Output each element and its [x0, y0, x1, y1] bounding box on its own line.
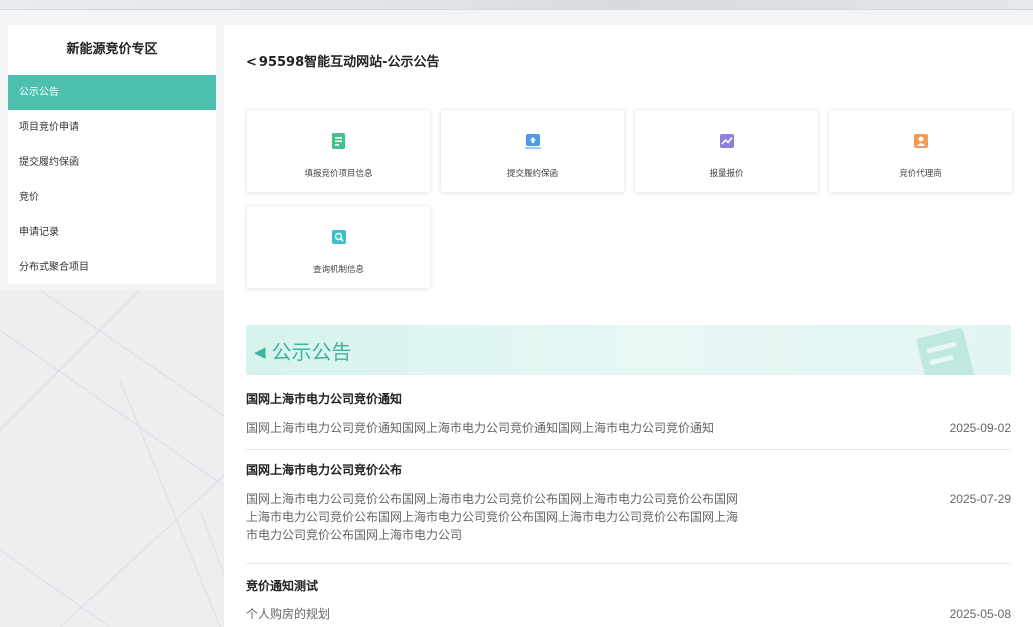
notice-date: 2025-07-29 [949, 492, 1011, 506]
notice-body: 个人购房的规划 [246, 607, 331, 621]
notice-body: 国网上海市电力公司竞价公布国网上海市电力公司竞价公布国网上海市电力公司竞价公布国… [246, 492, 739, 542]
sidebar-item-project-bid-application[interactable]: 项目竞价申请 [8, 110, 216, 145]
sidebar-title: 新能源竞价专区 [66, 42, 158, 57]
banner-title: ◀︎ 公示公告 [254, 340, 352, 364]
card-label: 竞价代理商 [899, 169, 942, 179]
notice-title[interactable]: 国网上海市电力公司竞价公布 [246, 461, 402, 478]
announcement-banner: ◀︎ 公示公告 [246, 325, 1011, 375]
agent-icon [913, 134, 928, 148]
card-bid-agent[interactable]: 竞价代理商 [828, 109, 1013, 193]
background-decoration [0, 290, 230, 627]
speaker-icon: ◀︎ [254, 343, 266, 361]
card-submit-performance-guarantee[interactable]: 提交履约保函 [440, 109, 625, 193]
upload-icon [524, 134, 541, 149]
chart-icon [719, 134, 734, 148]
notice-title[interactable]: 国网上海市电力公司竞价通知 [246, 390, 402, 407]
card-query-mechanism-info[interactable]: 查询机制信息 [246, 205, 431, 289]
card-label: 查询机制信息 [312, 265, 364, 275]
sidebar-item-announcements[interactable]: 公示公告 [8, 75, 216, 110]
sidebar-item-application-records[interactable]: 申请记录 [8, 215, 216, 250]
card-fill-bid-project-info[interactable]: 填报竞价项目信息 [246, 109, 431, 193]
top-bar [0, 0, 1033, 10]
sidebar: 新能源竞价专区 公示公告 项目竞价申请 提交履约保函 竞价 申请记录 分布式聚合… [8, 25, 216, 284]
sidebar-item-bidding[interactable]: 竞价 [8, 180, 216, 215]
document-decoration-icon [916, 328, 975, 375]
form-icon [331, 133, 345, 149]
card-label: 提交履约保函 [506, 169, 558, 179]
notice-date: 2025-09-02 [949, 421, 1011, 435]
divider [246, 449, 1011, 450]
divider [246, 563, 1011, 564]
query-icon [331, 230, 346, 244]
sidebar-item-distributed-aggregation[interactable]: 分布式聚合项目 [8, 250, 216, 285]
sidebar-item-submit-performance-guarantee[interactable]: 提交履约保函 [8, 145, 216, 180]
chevron-left-icon: < [246, 55, 257, 70]
notice-date: 2025-05-08 [949, 607, 1011, 621]
notice-body: 国网上海市电力公司竞价通知国网上海市电力公司竞价通知国网上海市电力公司竞价通知 [246, 421, 715, 435]
page-title: 95598智能互动网站-公示公告 [258, 55, 440, 70]
notice-title[interactable]: 竞价通知测试 [246, 577, 318, 594]
card-label: 报量报价 [709, 169, 744, 179]
back-link[interactable]: <95598智能互动网站-公示公告 [246, 51, 440, 70]
card-volume-price-bid[interactable]: 报量报价 [634, 109, 819, 193]
main-content: <95598智能互动网站-公示公告 填报竞价项目信息 提交履约保函 报量报价 竞… [224, 25, 1033, 627]
card-label: 填报竞价项目信息 [304, 169, 373, 179]
